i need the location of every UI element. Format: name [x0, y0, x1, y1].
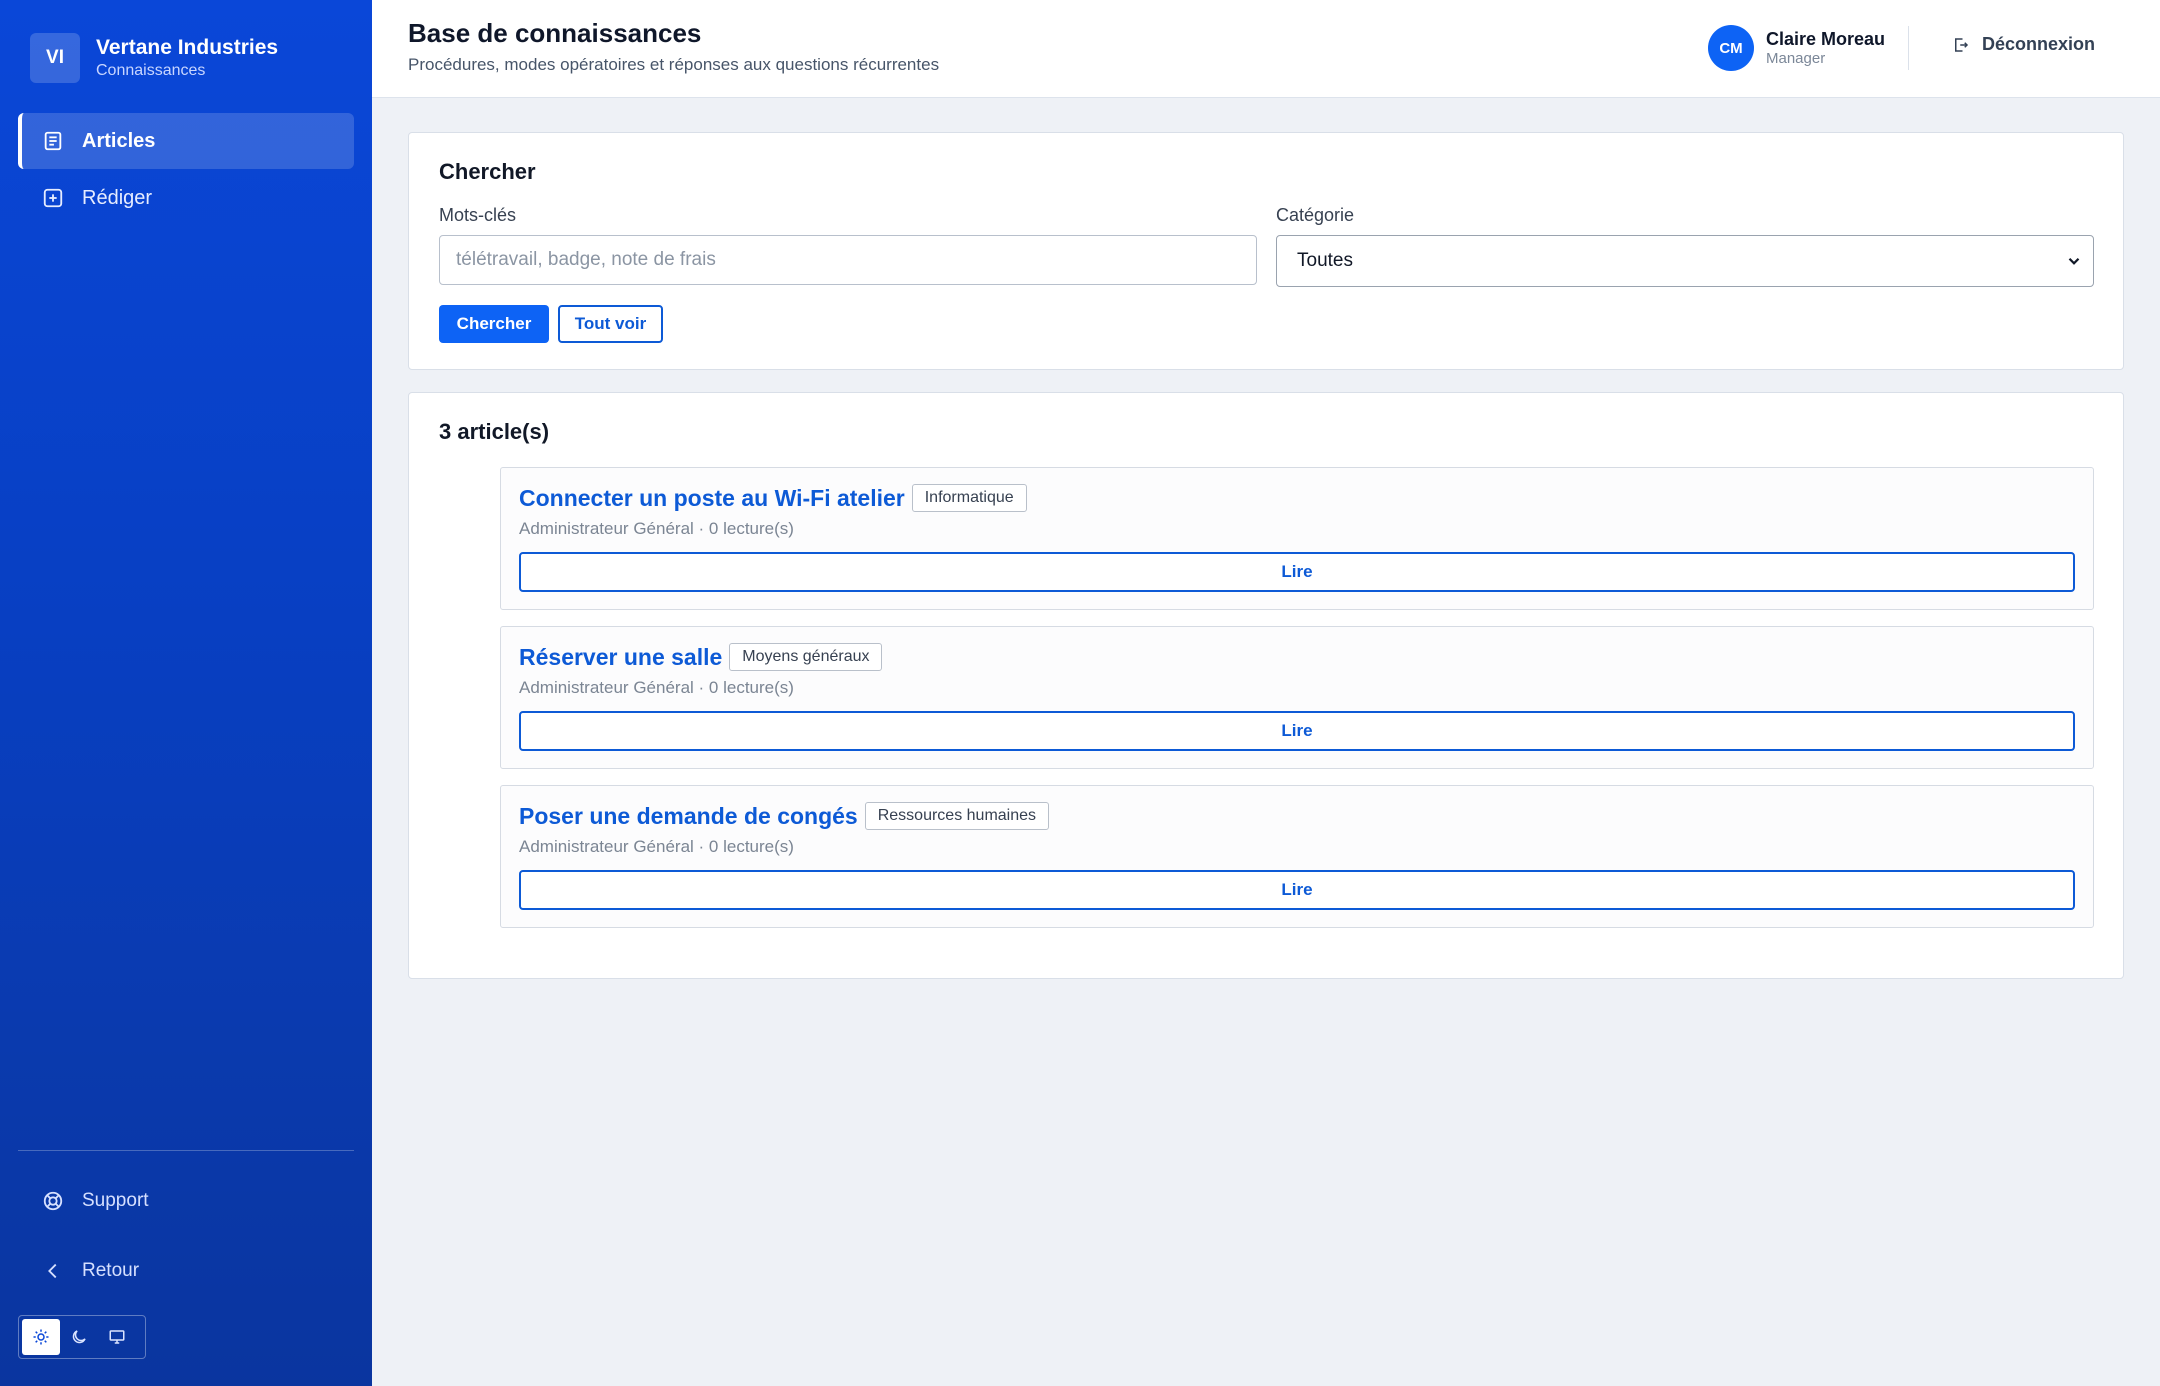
category-select[interactable]: Toutes — [1276, 235, 2094, 287]
show-all-button[interactable]: Tout voir — [558, 305, 663, 343]
brand-logo: VI — [30, 33, 80, 83]
lifebuoy-icon — [43, 1191, 63, 1211]
article-title-link[interactable]: Réserver une salle — [519, 644, 722, 671]
logout-label: Déconnexion — [1982, 34, 2096, 54]
results-card: 3 article(s) Connecter un poste au Wi-Fi… — [408, 392, 2124, 979]
theme-light-button[interactable] — [22, 1319, 60, 1355]
document-icon — [44, 131, 62, 151]
search-button[interactable]: Chercher — [439, 305, 549, 343]
logout-button[interactable]: Déconnexion — [1952, 34, 2095, 55]
user-role: Manager — [1766, 50, 1826, 67]
article-title-row: Réserver une salle Moyens généraux — [519, 643, 883, 671]
read-button[interactable]: Lire — [519, 711, 2075, 751]
plus-square-icon — [43, 188, 63, 208]
sidebar-item-label: Articles — [82, 129, 156, 152]
chevron-left-icon — [48, 1263, 57, 1279]
sidebar-item-articles[interactable]: Articles — [18, 113, 354, 169]
brand[interactable]: VI Vertane Industries Connaissances — [30, 33, 278, 83]
brand-text: Vertane Industries Connaissances — [96, 35, 278, 81]
brand-name: Vertane Industries — [96, 36, 279, 59]
article-title-link[interactable]: Connecter un poste au Wi-Fi atelier — [519, 485, 905, 512]
chevron-down-icon — [2068, 257, 2080, 265]
category-badge: Informatique — [911, 484, 1027, 512]
sidebar: VI Vertane Industries Connaissances Arti… — [0, 0, 372, 1386]
keywords-placeholder: télétravail, badge, note de frais — [456, 249, 716, 270]
article-title-link[interactable]: Poser une demande de congés — [519, 803, 858, 830]
results-count: 3 article(s) — [439, 419, 550, 444]
theme-switcher — [18, 1315, 146, 1359]
category-badge: Ressources humaines — [864, 802, 1050, 830]
page-title: Base de connaissances — [408, 18, 702, 48]
header-divider — [1908, 26, 1909, 70]
list-item: Connecter un poste au Wi-Fi atelier Info… — [500, 467, 2094, 610]
article-meta: Administrateur Général · 0 lecture(s) — [519, 519, 794, 538]
theme-system-button[interactable] — [98, 1319, 136, 1355]
search-card: Chercher Mots-clés télétravail, badge, n… — [408, 132, 2124, 370]
user-name: Claire Moreau — [1766, 29, 1886, 49]
read-button[interactable]: Lire — [519, 870, 2075, 910]
sidebar-item-support[interactable]: Support — [18, 1176, 354, 1226]
moon-icon — [72, 1330, 86, 1344]
theme-dark-button[interactable] — [60, 1319, 98, 1355]
article-meta: Administrateur Général · 0 lecture(s) — [519, 837, 794, 856]
article-title-row: Poser une demande de congés Ressources h… — [519, 802, 1050, 830]
header: Base de connaissances Procédures, modes … — [372, 0, 2160, 98]
monitor-icon — [109, 1330, 125, 1344]
list-item: Réserver une salle Moyens généraux Admin… — [500, 626, 2094, 769]
sidebar-item-label: Support — [82, 1190, 149, 1211]
keywords-input[interactable]: télétravail, badge, note de frais — [439, 235, 1257, 285]
sidebar-item-label: Rédiger — [82, 186, 153, 209]
category-badge: Moyens généraux — [729, 643, 883, 671]
sidebar-item-retour[interactable]: Retour — [18, 1246, 354, 1296]
read-button[interactable]: Lire — [519, 552, 2075, 592]
sidebar-item-label: Retour — [82, 1260, 140, 1281]
list-item: Poser une demande de congés Ressources h… — [500, 785, 2094, 928]
keywords-label: Mots-clés — [439, 205, 517, 225]
logout-icon — [1955, 37, 1969, 52]
page-subtitle: Procédures, modes opératoires et réponse… — [408, 55, 940, 74]
category-value: Toutes — [1297, 250, 1353, 271]
category-label: Catégorie — [1276, 205, 1355, 225]
sun-icon — [33, 1329, 49, 1345]
search-title: Chercher — [439, 159, 536, 184]
user-profile[interactable]: CM Claire Moreau Manager — [1708, 25, 1885, 71]
user-text: Claire Moreau Manager — [1766, 28, 1885, 68]
sidebar-divider — [18, 1150, 354, 1151]
article-title-row: Connecter un poste au Wi-Fi atelier Info… — [519, 484, 1027, 512]
brand-subtitle: Connaissances — [96, 62, 206, 79]
avatar: CM — [1708, 25, 1754, 71]
sidebar-item-rediger[interactable]: Rédiger — [18, 170, 354, 226]
article-meta: Administrateur Général · 0 lecture(s) — [519, 678, 794, 697]
